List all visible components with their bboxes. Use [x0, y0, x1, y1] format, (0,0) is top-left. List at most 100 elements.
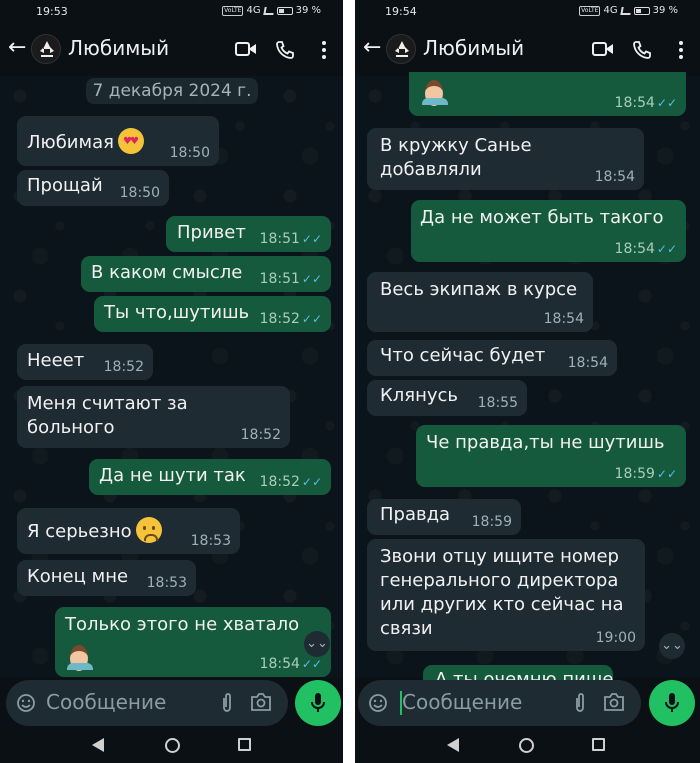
back-arrow-icon[interactable]: ← — [363, 36, 381, 60]
nav-back-icon[interactable] — [447, 738, 459, 752]
message-bubble-incoming[interactable]: Весь экипаж в курсе 18:54 — [367, 272, 593, 332]
message-input-bar[interactable]: Сообщение — [6, 680, 288, 726]
message-bubble-incoming[interactable]: Что сейчас будет 18:54 — [367, 340, 617, 376]
chat-header: ← Любимый — [0, 24, 343, 76]
system-nav-bar — [0, 730, 343, 763]
message-bubble-outgoing[interactable]: Че правда,ты не шутишь 18:59 ✓✓ — [416, 425, 686, 487]
message-time: 18:50 — [169, 145, 210, 161]
message-input[interactable]: Сообщение — [46, 690, 166, 714]
message-time: 18:52 — [240, 427, 281, 443]
message-bubble-incoming[interactable]: Нееет 18:52 — [17, 344, 153, 380]
more-options-icon[interactable] — [678, 40, 684, 64]
message-text: Только этого не хватало — [65, 614, 300, 635]
system-nav-bar — [355, 730, 700, 763]
message-bubble-incoming[interactable]: Я серьезно 18:53 — [17, 508, 240, 554]
message-bubble-incoming[interactable]: Меня считают за больного 18:52 — [17, 386, 290, 448]
network-label: 4G — [246, 5, 261, 16]
read-receipt-icon: ✓✓ — [656, 467, 677, 481]
attach-icon[interactable] — [220, 692, 234, 718]
message-time: 18:51 — [259, 271, 300, 287]
contact-name[interactable]: Любимый — [423, 36, 524, 60]
facepalm-emoji-icon — [67, 643, 93, 671]
message-bubble-outgoing[interactable]: Ты что,шутишь 18:52 ✓✓ — [94, 296, 331, 332]
message-bubble-incoming[interactable]: Клянусь 18:55 — [367, 380, 527, 416]
sticker-icon[interactable] — [368, 693, 388, 717]
scroll-down-button[interactable]: ⌄⌄ — [304, 631, 330, 657]
message-bubble-incoming[interactable]: Конец мне 18:53 — [17, 560, 196, 596]
network-label: 4G — [603, 5, 618, 16]
microphone-button[interactable] — [649, 680, 695, 726]
message-time: 18:54 — [594, 169, 635, 185]
microphone-button[interactable] — [295, 680, 341, 726]
battery-icon — [276, 6, 293, 15]
message-time: 18:53 — [190, 533, 231, 549]
message-bubble-incoming[interactable]: Правда 18:59 — [367, 499, 521, 535]
phone-call-icon[interactable] — [632, 40, 652, 64]
nav-back-icon[interactable] — [92, 738, 104, 752]
signal-icon — [619, 6, 632, 15]
message-text: Я серьезно — [27, 521, 132, 542]
message-input[interactable]: Сообщение — [402, 690, 522, 714]
microphone-icon — [311, 693, 325, 712]
left-chat-screenshot: 19:53 VoLTE 4G 39 % ← Любимый 7 декабря … — [0, 0, 343, 763]
message-bubble-incoming[interactable]: Прощай 18:50 — [17, 170, 169, 206]
message-time: 18:59 — [471, 514, 512, 530]
avatar[interactable] — [31, 34, 61, 64]
nav-home-icon[interactable] — [519, 738, 534, 753]
status-time: 19:54 — [385, 5, 417, 18]
message-bubble-incoming[interactable]: Звони отцу ищите номер генерального дире… — [367, 539, 645, 651]
read-receipt-icon: ✓✓ — [301, 475, 322, 489]
date-separator: 7 декабря 2024 г. — [86, 78, 258, 104]
message-bubble-outgoing[interactable]: Привет 18:51 ✓✓ — [166, 216, 331, 252]
message-text: Весь экипаж в курсе — [380, 279, 578, 300]
avatar[interactable] — [386, 34, 416, 64]
message-text: Че правда,ты не шутишь — [426, 432, 665, 453]
message-bubble-outgoing[interactable]: Да не может быть такого 18:54 ✓✓ — [411, 200, 686, 262]
read-receipt-icon: ✓✓ — [301, 272, 322, 286]
message-bubble-outgoing[interactable]: В каком смысле 18:51 ✓✓ — [81, 256, 331, 292]
message-bubble-outgoing[interactable]: Только этого не хватало 18:54 ✓✓ — [55, 607, 331, 677]
message-time: 18:51 — [259, 231, 300, 247]
signal-icon — [262, 6, 275, 15]
heart-eyes-emoji-icon — [117, 128, 144, 154]
worried-face-emoji-icon — [135, 517, 162, 543]
adidas-logo-icon — [32, 35, 60, 63]
battery-percent: 39 % — [295, 5, 321, 16]
scroll-down-button[interactable]: ⌄⌄ — [659, 633, 685, 659]
message-bubble-incoming[interactable]: Любимая 18:50 — [17, 116, 219, 166]
message-bubble-outgoing[interactable]: 18:54 ✓✓ — [409, 72, 686, 116]
message-input-bar[interactable]: Сообщение — [358, 680, 641, 726]
message-time: 18:50 — [119, 185, 160, 201]
read-receipt-icon: ✓✓ — [656, 242, 677, 256]
nav-recents-icon[interactable] — [592, 738, 605, 751]
sticker-icon[interactable] — [16, 693, 36, 717]
video-call-icon[interactable] — [592, 40, 614, 62]
camera-icon[interactable] — [250, 692, 272, 716]
message-time: 18:55 — [477, 395, 518, 411]
more-options-icon[interactable] — [321, 40, 327, 64]
video-call-icon[interactable] — [235, 40, 257, 62]
back-arrow-icon[interactable]: ← — [8, 36, 26, 60]
status-bar: 19:53 VoLTE 4G 39 % — [0, 0, 343, 24]
message-time: 18:53 — [146, 575, 187, 591]
message-time: 18:52 — [259, 311, 300, 327]
status-bar: 19:54 VoLTE 4G 39 % — [355, 0, 700, 24]
message-bubble-incoming[interactable]: В кружку Санье добавляли 18:54 — [367, 128, 644, 190]
read-receipt-icon: ✓✓ — [301, 312, 322, 326]
microphone-icon — [665, 693, 679, 712]
message-text: Да не может быть такого — [420, 207, 664, 228]
attach-icon[interactable] — [573, 692, 587, 718]
battery-icon — [633, 6, 650, 15]
message-time: 18:52 — [259, 474, 300, 490]
contact-name[interactable]: Любимый — [68, 36, 169, 60]
nav-recents-icon[interactable] — [238, 738, 251, 751]
camera-icon[interactable] — [603, 692, 625, 716]
message-text: Любимая — [27, 132, 114, 153]
phone-call-icon[interactable] — [275, 40, 295, 64]
message-bubble-outgoing[interactable]: Да не шути так 18:52 ✓✓ — [89, 459, 331, 495]
message-time: 18:54 — [543, 311, 584, 327]
nav-home-icon[interactable] — [165, 738, 180, 753]
message-time: 18:59 — [614, 466, 655, 482]
adidas-logo-icon — [387, 35, 415, 63]
right-chat-screenshot: 19:54 VoLTE 4G 39 % ← Любимый 18:54 ✓✓ В… — [355, 0, 700, 763]
